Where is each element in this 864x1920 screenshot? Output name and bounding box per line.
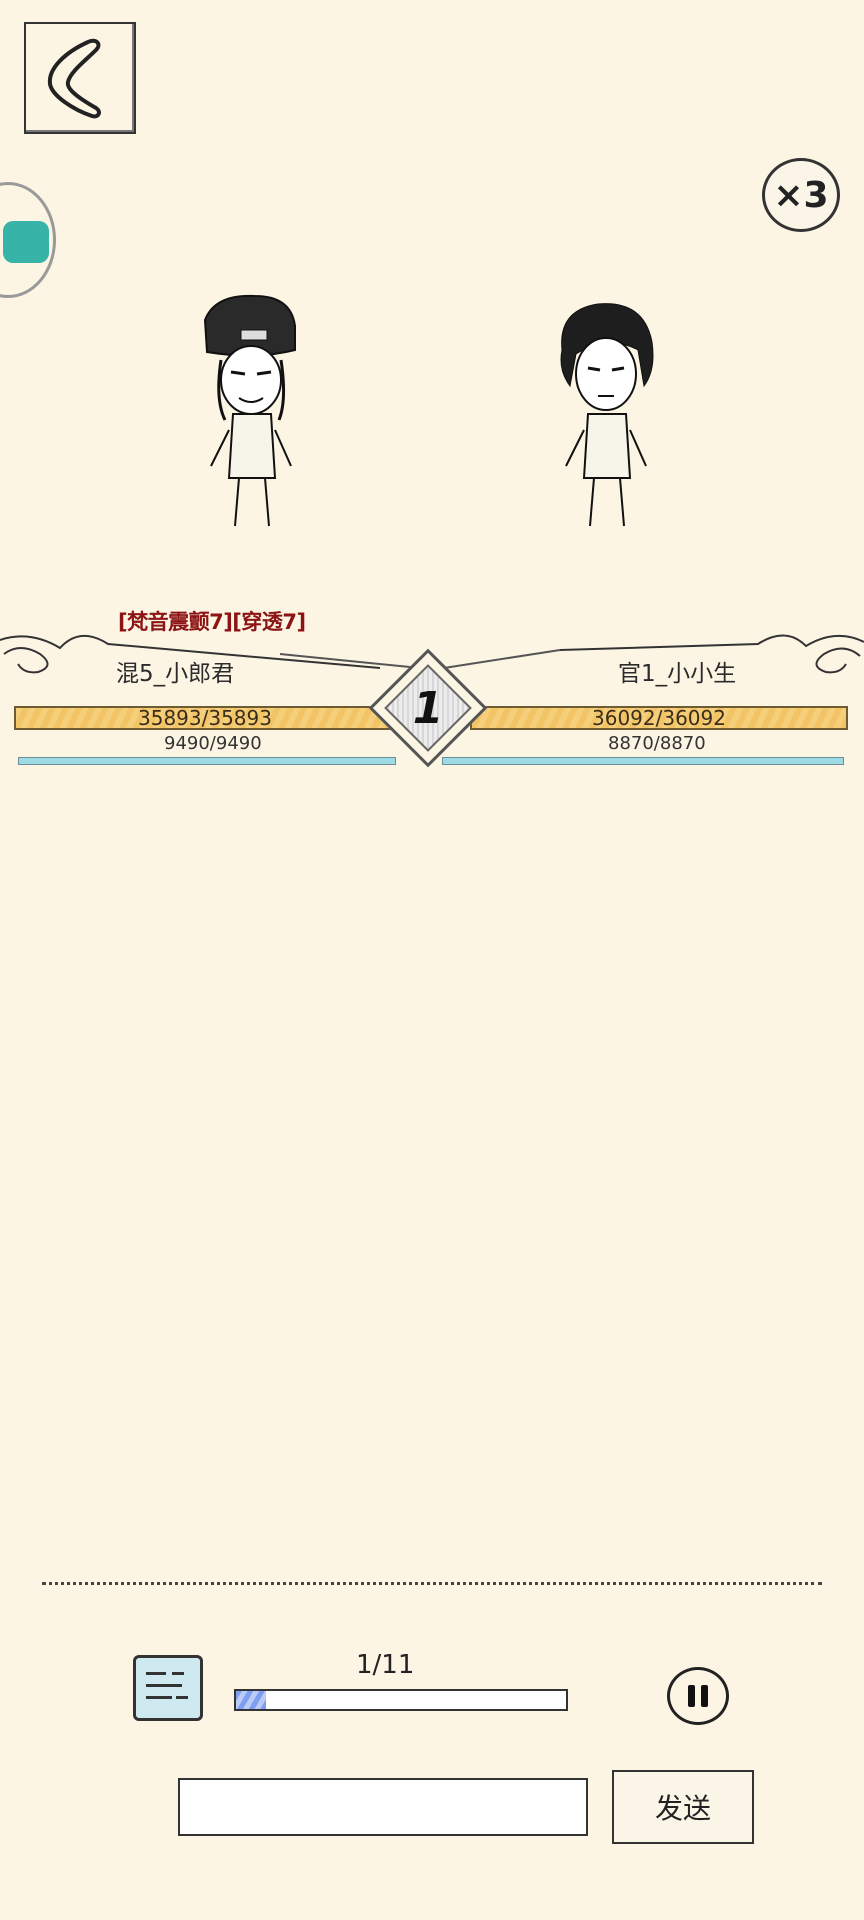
chevron-left-icon	[47, 38, 101, 119]
divider	[42, 1582, 822, 1585]
right-hp-bar: 36092/36092	[470, 706, 848, 730]
back-button[interactable]	[24, 22, 136, 134]
speed-label: ×3	[773, 174, 829, 216]
round-number: 1	[412, 682, 444, 734]
chat-input[interactable]	[178, 1778, 588, 1836]
send-button[interactable]: 发送	[612, 1770, 754, 1844]
speed-toggle-button[interactable]: ×3	[762, 158, 840, 232]
left-mp-bar	[18, 757, 396, 765]
left-player-name: 混5_小郎君	[116, 661, 235, 687]
pause-icon	[685, 1685, 711, 1707]
left-character-sprite	[195, 290, 315, 530]
battle-progress-label: 1/11	[356, 1650, 415, 1680]
right-hp-text: 36092/36092	[592, 706, 726, 730]
app-badge-icon	[3, 221, 49, 263]
chat-log-button[interactable]	[133, 1655, 203, 1721]
right-player-name: 官1_小小生	[618, 661, 737, 687]
left-hp-text: 35893/35893	[138, 706, 272, 730]
right-character-sprite	[548, 290, 668, 530]
battle-progress-fill	[236, 1691, 266, 1709]
left-mp-text: 9490/9490	[164, 733, 262, 754]
right-mp-text: 8870/8870	[608, 733, 706, 754]
pause-button[interactable]	[667, 1667, 729, 1725]
send-label: 发送	[654, 1792, 711, 1825]
side-floating-button[interactable]	[0, 182, 56, 298]
left-hp-bar: 35893/35893	[14, 706, 396, 730]
right-mp-bar	[442, 757, 844, 765]
battle-progress-bar	[234, 1689, 568, 1711]
